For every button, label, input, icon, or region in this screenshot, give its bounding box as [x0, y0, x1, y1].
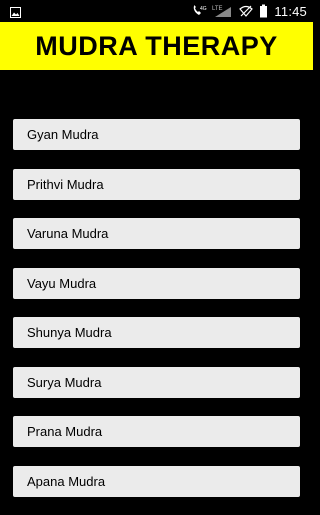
list-item-label: Vayu Mudra: [27, 275, 97, 291]
list-item-label: Gyan Mudra: [27, 127, 99, 142]
phone-signal-icon: 4G: [191, 4, 207, 18]
svg-text:4G: 4G: [200, 6, 207, 12]
list-item-label: Shunya Mudra: [27, 325, 112, 340]
list-item-label: Prithvi Mudra: [27, 176, 104, 192]
list-item-prithvi-mudra[interactable]: Prithvi Mudra: [13, 168, 300, 200]
list-item-label: Prana Mudra: [27, 424, 103, 439]
status-icons: 4G LTE 11:45: [191, 2, 307, 20]
mudra-list: Gyan Mudra Prithvi Mudra Varuna Mudra Va…: [13, 119, 300, 515]
list-item-shunya-mudra[interactable]: Shunya Mudra: [13, 317, 300, 348]
page-title: MUDRA THERAPY: [35, 30, 278, 61]
svg-text:LTE: LTE: [212, 6, 223, 12]
list-item-varuna-mudra[interactable]: Varuna Mudra: [13, 218, 300, 249]
list-item-surya-mudra[interactable]: Surya Mudra: [13, 366, 300, 398]
lte-signal-icon: LTE: [211, 4, 233, 18]
list-item-apana-mudra[interactable]: Apana Mudra: [13, 465, 300, 497]
list-item-vayu-mudra[interactable]: Vayu Mudra: [13, 267, 300, 299]
battery-icon: [259, 4, 268, 18]
list-item-label: Varuna Mudra: [27, 226, 109, 241]
list-item-prana-mudra[interactable]: Prana Mudra: [13, 416, 300, 447]
status-bar: 4G LTE 11:45: [0, 0, 313, 22]
status-time: 11:45: [274, 3, 307, 19]
image-notification-icon: [10, 5, 21, 18]
list-item-gyan-mudra[interactable]: Gyan Mudra: [13, 119, 300, 150]
wifi-off-icon: [239, 4, 254, 18]
app-header: MUDRA THERAPY: [0, 22, 313, 70]
list-item-label: Surya Mudra: [27, 374, 102, 390]
list-item-label: Apana Mudra: [27, 473, 106, 489]
